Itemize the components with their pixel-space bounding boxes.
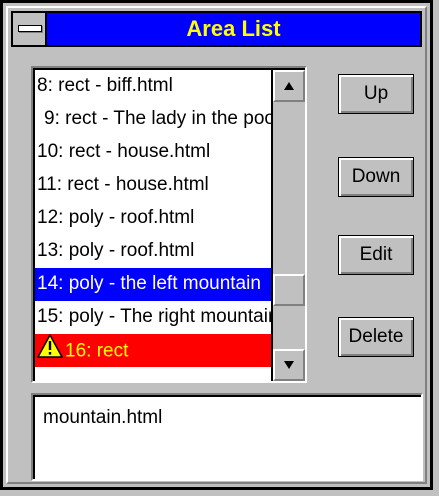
edit-button[interactable]: Edit (338, 235, 414, 275)
scrollbar-thumb[interactable] (273, 274, 305, 306)
list-item-label: 16: rect (65, 340, 129, 362)
up-button[interactable]: Up (338, 74, 414, 114)
arrow-up-icon[interactable] (273, 70, 305, 102)
list-item[interactable]: 13: poly - roof.html (35, 235, 271, 268)
listbox-inner: 8: rect - biff.html 9: rect - The lady i… (33, 68, 305, 381)
list-item-selected[interactable]: 14: poly - the left mountain (35, 268, 271, 301)
list-item-label: 14: poly - the left mountain (37, 273, 261, 294)
list-item[interactable]: 8: rect - biff.html (35, 70, 271, 103)
url-display-box[interactable]: mountain.html (31, 393, 423, 481)
list-item[interactable]: 10: rect - house.html (35, 136, 271, 169)
list-item-label: 15: poly - The right mountain (37, 306, 271, 327)
list-item[interactable]: 9: rect - The lady in the pool (35, 103, 271, 136)
area-listbox[interactable]: 8: rect - biff.html 9: rect - The lady i… (31, 66, 307, 383)
system-menu-bar (18, 25, 42, 32)
area-list-window: Area List 8: rect - biff.html 9: rect - … (0, 0, 433, 490)
list-item-label: 10: rect - house.html (37, 141, 211, 162)
list-item[interactable]: 15: poly - The right mountain (35, 301, 271, 334)
arrow-down-icon[interactable] (273, 349, 305, 381)
list-item[interactable]: 11: rect - house.html (35, 169, 271, 202)
system-menu-icon[interactable] (13, 13, 47, 45)
list-item-label: 11: rect - house.html (37, 174, 209, 195)
list-item-warning[interactable]: 16: rect (35, 334, 271, 367)
list-item-label: 12: poly - roof.html (37, 207, 195, 228)
down-button[interactable]: Down (338, 157, 414, 197)
area-list: 8: rect - biff.html 9: rect - The lady i… (35, 70, 271, 367)
list-item-label: 9: rect - The lady in the pool (44, 108, 271, 129)
list-item-label: 8: rect - biff.html (37, 75, 173, 96)
window-title: Area List (186, 16, 281, 41)
warning-icon (36, 334, 64, 367)
url-display-text: mountain.html (33, 395, 421, 479)
delete-button[interactable]: Delete (338, 317, 414, 357)
vertical-scrollbar[interactable] (271, 70, 305, 381)
list-item[interactable]: 12: poly - roof.html (35, 202, 271, 235)
title-bar[interactable]: Area List (11, 11, 422, 47)
list-item-label: 13: poly - roof.html (37, 240, 195, 261)
